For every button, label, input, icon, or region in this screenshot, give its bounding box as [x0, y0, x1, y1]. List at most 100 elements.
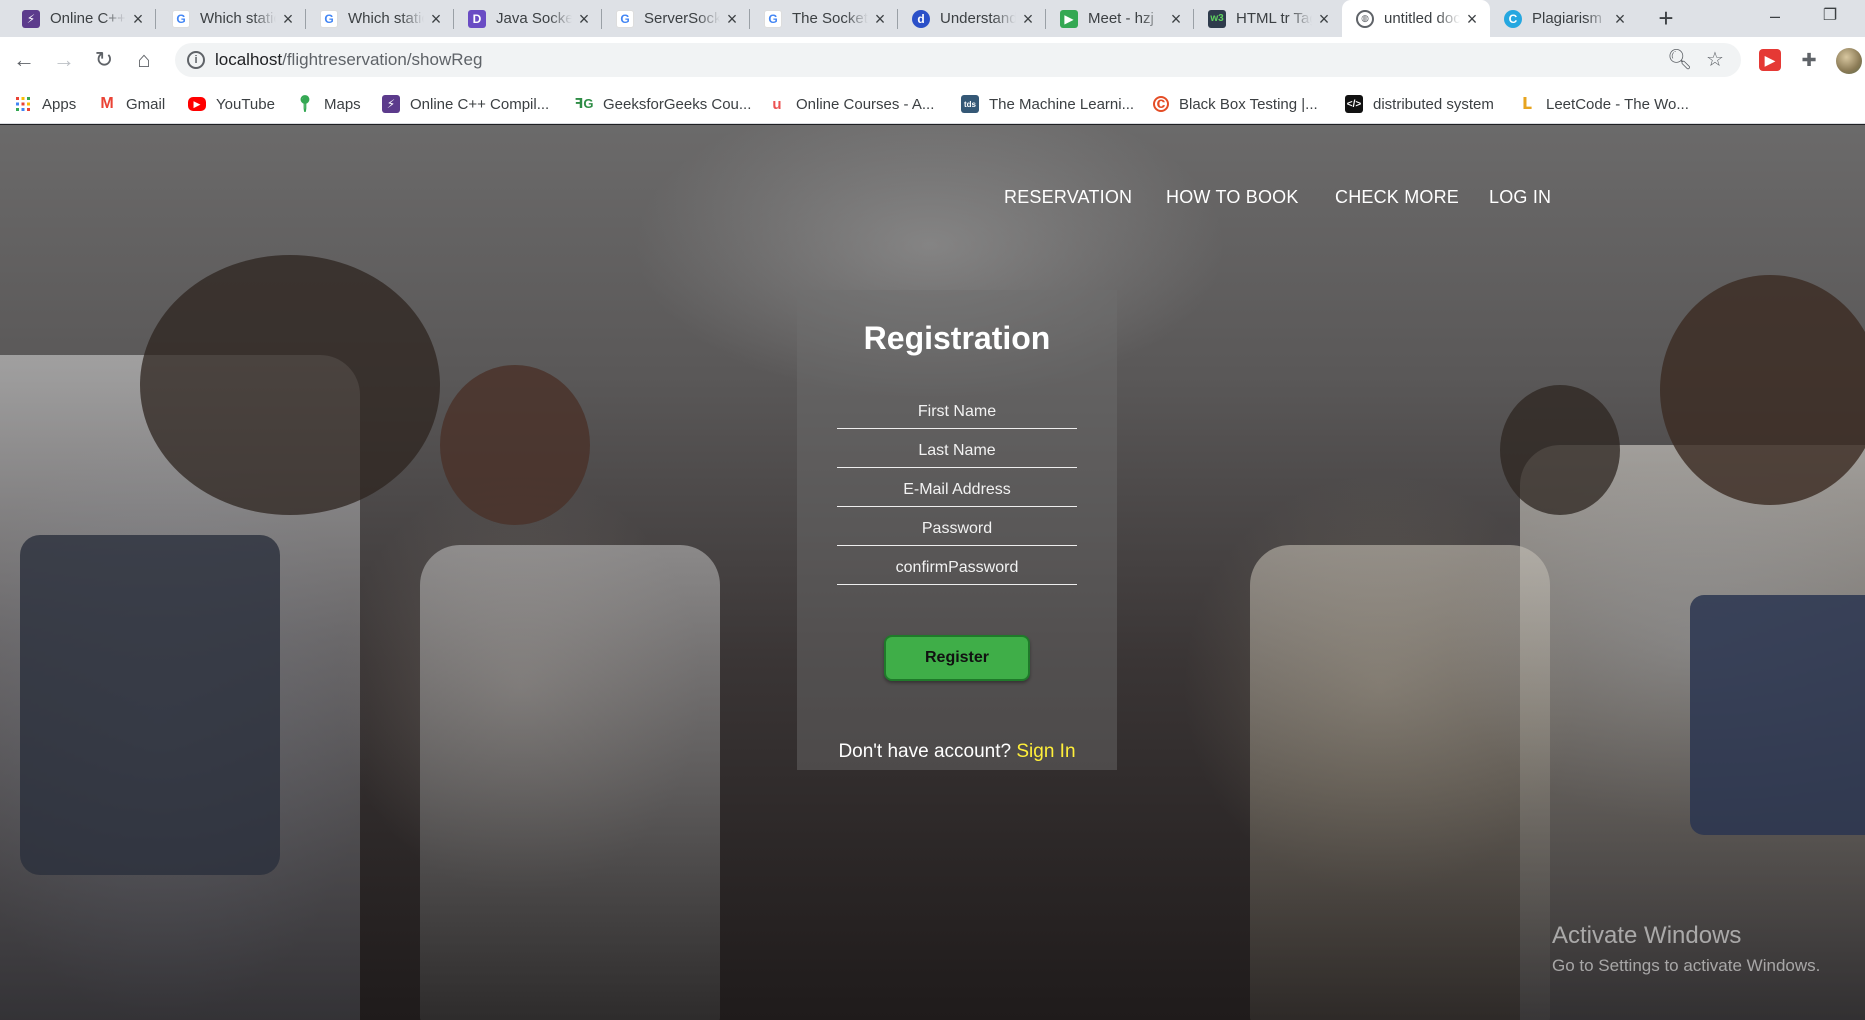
profile-avatar[interactable] — [1836, 48, 1862, 74]
activate-windows-watermark: Activate Windows Go to Settings to activ… — [1552, 922, 1820, 976]
page-background: RESERVATION HOW TO BOOK CHECK MORE LOG I… — [0, 125, 1865, 1020]
new-tab-button[interactable]: + — [1652, 4, 1680, 32]
nav-how-to-book[interactable]: HOW TO BOOK — [1166, 187, 1299, 208]
bookmark-youtube[interactable]: ▶ YouTube — [188, 84, 275, 124]
tab[interactable]: D Java Socket × — [454, 0, 602, 37]
close-icon[interactable]: × — [1612, 10, 1628, 28]
close-icon[interactable]: × — [1168, 10, 1184, 28]
forward-icon[interactable]: → — [49, 45, 79, 75]
bookmark-leetcode[interactable]: ᒪ LeetCode - The Wo... — [1518, 84, 1689, 124]
bookmark-machine-learning[interactable]: tds The Machine Learni... — [961, 84, 1134, 124]
tab-title: The Socket — [792, 10, 868, 27]
extensions-puzzle-icon[interactable]: ✚ — [1798, 49, 1820, 71]
register-button[interactable]: Register — [884, 635, 1030, 681]
tab[interactable]: G ServerSocket × — [602, 0, 750, 37]
first-name-field[interactable] — [837, 395, 1077, 429]
bookmark-gmail[interactable]: M Gmail — [98, 84, 165, 124]
extension-shield-icon[interactable]: ▶ — [1759, 49, 1781, 71]
seat-shape — [420, 545, 720, 1020]
close-icon[interactable]: × — [428, 10, 444, 28]
tab-title: HTML tr Tag — [1236, 10, 1312, 27]
bolt-icon: ⚡ — [382, 95, 400, 113]
tab[interactable]: C Plagiarism × — [1490, 0, 1638, 37]
registration-title: Registration — [863, 320, 1051, 356]
tds-icon: tds — [961, 95, 979, 113]
close-icon[interactable]: × — [576, 10, 592, 28]
account-prompt-text: Don't have account? — [838, 741, 1012, 762]
minimize-icon[interactable]: – — [1750, 0, 1800, 37]
bookmark-online-courses[interactable]: u Online Courses - A... — [768, 84, 934, 124]
passenger-head-shape — [1500, 385, 1620, 515]
nav-reservation[interactable]: RESERVATION — [1004, 187, 1132, 208]
url-path: /flightreservation/showReg — [282, 50, 483, 69]
bookmark-label: The Machine Learni... — [989, 95, 1135, 113]
bookmark-apps[interactable]: Apps — [14, 84, 76, 124]
leetcode-icon: ᒪ — [1521, 96, 1533, 113]
registration-panel: Registration Register Don't have account… — [797, 290, 1117, 770]
site-info-icon[interactable]: i — [187, 51, 205, 69]
bookmark-label: Gmail — [126, 95, 166, 113]
close-icon[interactable]: × — [130, 10, 146, 28]
tab-title: Understanding — [940, 10, 1016, 27]
passenger-head-shape — [440, 365, 590, 525]
bookmark-star-icon[interactable]: ☆ — [1706, 43, 1724, 77]
tab-strip: ⚡ Online C++ Compiler × G Which static ×… — [0, 0, 1865, 37]
confirm-password-field[interactable] — [837, 551, 1077, 585]
tab-title: Meet - hzj — [1088, 10, 1154, 27]
tab[interactable]: G The Socket × — [750, 0, 898, 37]
url-text[interactable]: localhost/flightreservation/showReg — [215, 43, 482, 77]
close-icon[interactable]: × — [280, 10, 296, 28]
bookmark-black-box-testing[interactable]: c Black Box Testing |... — [1153, 84, 1318, 124]
tab-title: ServerSocket — [644, 10, 720, 27]
maps-pin-icon: 📍︎ — [294, 96, 316, 113]
maximize-icon[interactable]: ❐ — [1805, 0, 1855, 37]
bookmark-label: Maps — [324, 95, 361, 113]
bookmark-geeksforgeeks[interactable]: ꟻG GeeksforGeeks Cou... — [575, 84, 752, 124]
bookmark-label: distributed system — [1373, 95, 1494, 113]
bolt-icon: ⚡ — [22, 9, 40, 28]
email-field[interactable] — [837, 473, 1077, 507]
c-icon: C — [1504, 9, 1522, 28]
passenger-head-shape — [1660, 275, 1865, 505]
tab-divider — [155, 9, 156, 29]
bookmark-online-cpp[interactable]: ⚡ Online C++ Compil... — [382, 84, 549, 124]
bookmark-distributed-system[interactable]: </> distributed system — [1345, 84, 1494, 124]
youtube-icon: ▶ — [188, 97, 206, 111]
close-icon[interactable]: × — [724, 10, 740, 28]
bookmark-label: Online Courses - A... — [796, 95, 935, 113]
last-name-field[interactable] — [837, 434, 1077, 468]
globe-icon: ◍ — [1356, 9, 1374, 28]
reload-icon[interactable]: ↻ — [89, 45, 119, 75]
tab[interactable]: G Which static × — [158, 0, 306, 37]
close-icon[interactable]: × — [1316, 10, 1332, 28]
tab-title: Which static — [348, 10, 424, 27]
address-bar[interactable]: i localhost/flightreservation/showReg 🔍︎… — [175, 43, 1741, 77]
tab-title: untitled document — [1384, 10, 1460, 27]
bookmarks-bar: Apps M Gmail ▶ YouTube 📍︎ Maps ⚡ Online … — [0, 84, 1865, 124]
watermark-subtitle: Go to Settings to activate Windows. — [1552, 956, 1821, 975]
nav-check-more[interactable]: CHECK MORE — [1335, 187, 1459, 208]
zoom-icon[interactable]: 🔍︎ — [1667, 43, 1692, 77]
close-icon[interactable]: × — [872, 10, 888, 28]
gmail-icon: M — [100, 95, 114, 112]
tab[interactable]: w3 HTML tr Tag × — [1194, 0, 1342, 37]
password-field[interactable] — [837, 512, 1077, 546]
bookmark-maps[interactable]: 📍︎ Maps — [294, 84, 361, 124]
passenger-head-shape — [140, 255, 440, 515]
tab[interactable]: G Which static × — [306, 0, 454, 37]
tab[interactable]: ▶ Meet - hzj × — [1046, 0, 1194, 37]
google-icon: G — [764, 9, 782, 28]
close-icon[interactable]: × — [1020, 10, 1036, 28]
nav-log-in[interactable]: LOG IN — [1489, 187, 1551, 208]
bookmark-label: GeeksforGeeks Cou... — [603, 95, 752, 113]
close-icon[interactable]: × — [1464, 10, 1480, 28]
tab[interactable]: ⚡ Online C++ Compiler × — [8, 0, 156, 37]
back-icon[interactable]: ← — [9, 45, 39, 75]
apps-grid-icon — [14, 95, 32, 113]
seat-screen-shape — [1690, 595, 1865, 835]
sign-in-link[interactable]: Sign In — [1016, 741, 1075, 762]
tab[interactable]: d Understanding × — [898, 0, 1046, 37]
home-icon[interactable]: ⌂ — [129, 45, 159, 75]
tab-active[interactable]: ◍ untitled document × — [1342, 0, 1490, 37]
account-prompt: Don't have account? Sign In — [837, 740, 1077, 763]
